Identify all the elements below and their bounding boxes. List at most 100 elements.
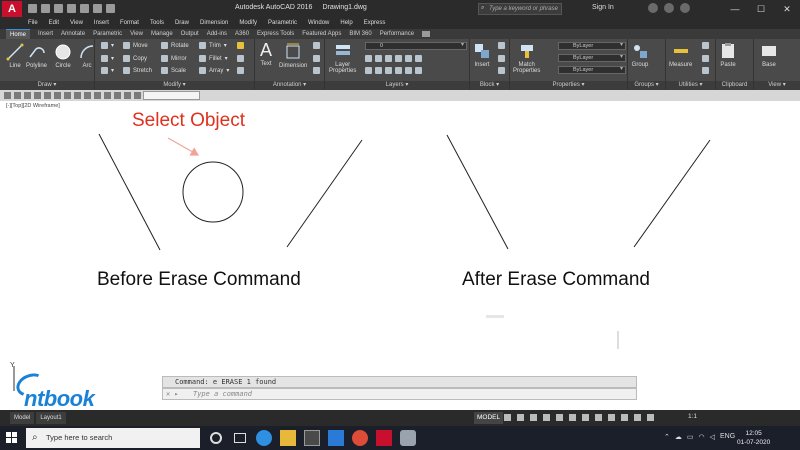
edge-browser-icon[interactable] [256, 430, 272, 446]
toolbar-icon[interactable] [114, 92, 121, 99]
block-tool[interactable] [498, 67, 505, 74]
after-right-line[interactable] [633, 139, 711, 248]
menu-tools[interactable]: Tools [150, 18, 164, 29]
store-icon[interactable] [304, 430, 320, 446]
tab-featured-apps[interactable]: Featured Apps [302, 29, 341, 39]
taskbar-search-input[interactable]: Type here to search [26, 428, 200, 448]
tab-performance[interactable]: Performance [380, 29, 414, 39]
linetype-dropdown[interactable]: ByLayer [558, 54, 626, 62]
save-icon[interactable] [54, 4, 63, 13]
toolbar-field[interactable] [143, 91, 200, 100]
stretch-button[interactable]: Stretch [123, 67, 152, 74]
new-icon[interactable] [28, 4, 37, 13]
paste-tool[interactable]: Paste [719, 42, 737, 68]
layer-dropdown[interactable]: 0 [365, 42, 467, 50]
layer-tool-icon[interactable] [405, 55, 412, 62]
autocad-taskbar-icon[interactable] [376, 430, 392, 446]
windows-start-icon[interactable] [6, 432, 18, 444]
erase-button[interactable] [237, 42, 244, 49]
menu-draw[interactable]: Draw [175, 18, 189, 29]
toolbar-icon[interactable] [74, 92, 81, 99]
dimension-tool[interactable]: Dimension [279, 43, 307, 69]
arc-tool[interactable]: Arc [78, 43, 96, 69]
polar-icon[interactable] [543, 414, 550, 421]
annotation-tool[interactable] [313, 55, 320, 62]
annotation-scale[interactable]: 1:1 [688, 413, 697, 420]
annotation-icon[interactable] [621, 414, 628, 421]
tab-express-tools[interactable]: Express Tools [257, 29, 294, 39]
annotation-tool[interactable] [313, 42, 320, 49]
line-tool[interactable]: Line [6, 43, 24, 69]
grid-icon[interactable] [504, 414, 511, 421]
snap-icon[interactable] [517, 414, 524, 421]
annotation-tool[interactable] [313, 67, 320, 74]
text-tool[interactable]: A Text [257, 41, 275, 67]
small-tool[interactable]: ▾ [101, 67, 114, 74]
help-icon[interactable] [680, 3, 690, 13]
array-button[interactable]: Array ▾ [199, 67, 229, 74]
transparency-icon[interactable] [595, 414, 602, 421]
volume-icon[interactable]: ◁ [710, 433, 715, 441]
tab-layout1[interactable]: Layout1 [36, 412, 66, 424]
layer-tool-icon[interactable] [395, 55, 402, 62]
layer-tool-icon[interactable] [405, 67, 412, 74]
layer-tool-icon[interactable] [365, 67, 372, 74]
exchange-icon[interactable] [648, 3, 658, 13]
toolbar-icon[interactable] [84, 92, 91, 99]
a360-icon[interactable] [664, 3, 674, 13]
layer-tool-icon[interactable] [365, 55, 372, 62]
tab-manage[interactable]: Manage [151, 29, 173, 39]
drawing-canvas[interactable]: [-][Top][2D Wireframe] Y Select Object B… [0, 101, 800, 399]
mail-icon[interactable] [328, 430, 344, 446]
battery-icon[interactable]: ▭ [687, 433, 694, 441]
utilities-panel-label[interactable]: Utilities ▾ [666, 81, 715, 90]
before-right-line[interactable] [286, 139, 363, 248]
menu-edit[interactable]: Edit [49, 18, 59, 29]
properties-panel-label[interactable]: Properties ▾ [510, 81, 627, 90]
open-icon[interactable] [41, 4, 50, 13]
fillet-button[interactable]: Fillet ▾ [199, 55, 228, 62]
selection-cycling-icon[interactable] [608, 414, 615, 421]
menu-file[interactable]: File [28, 18, 38, 29]
tab-add-ins[interactable]: Add-ins [207, 29, 227, 39]
cortana-icon[interactable] [210, 432, 222, 444]
toolbar-icon[interactable] [44, 92, 51, 99]
small-tool[interactable]: ▾ [101, 42, 114, 49]
close-icon[interactable]: ✕ [774, 0, 800, 18]
app-icon[interactable] [400, 430, 416, 446]
toolbar-icon[interactable] [94, 92, 101, 99]
layers-panel-label[interactable]: Layers ▾ [325, 81, 469, 90]
mirror-button[interactable]: Mirror [161, 55, 187, 62]
layer-properties-tool[interactable]: Layer Properties [329, 42, 356, 74]
modify-panel-label[interactable]: Modify ▾ [95, 81, 254, 90]
tab-home[interactable]: Home [6, 29, 31, 39]
osnap-icon[interactable] [556, 414, 563, 421]
layer-tool-icon[interactable] [415, 55, 422, 62]
otrack-icon[interactable] [569, 414, 576, 421]
small-tool[interactable]: ▾ [101, 55, 114, 62]
polyline-tool[interactable]: Polyline [26, 43, 47, 69]
tab-annotate[interactable]: Annotate [61, 29, 85, 39]
tab-model[interactable]: Model [10, 412, 35, 424]
selected-circle[interactable] [182, 161, 244, 223]
layer-tool-icon[interactable] [375, 67, 382, 74]
menu-insert[interactable]: Insert [94, 18, 109, 29]
tab-view[interactable]: View [130, 29, 143, 39]
color-dropdown[interactable]: ByLayer [558, 42, 626, 50]
workspace-icon[interactable] [634, 414, 641, 421]
cloud-icon[interactable]: ☁ [675, 433, 682, 441]
chevron-up-icon[interactable]: ⌃ [664, 433, 670, 441]
base-view-tool[interactable]: Base [760, 42, 778, 68]
utility-tool[interactable] [702, 42, 709, 49]
help-search-input[interactable]: Type a keyword or phrase [478, 3, 562, 15]
annotation-panel-label[interactable]: Annotation ▾ [255, 81, 324, 90]
block-panel-label[interactable]: Block ▾ [470, 81, 509, 90]
task-view-icon[interactable] [234, 433, 246, 443]
menu-parametric[interactable]: Parametric [268, 18, 297, 29]
maximize-icon[interactable]: ☐ [748, 0, 774, 18]
file-explorer-icon[interactable] [280, 430, 296, 446]
redo-icon[interactable] [106, 4, 115, 13]
toolbar-icon[interactable] [134, 92, 141, 99]
layer-tool-icon[interactable] [385, 67, 392, 74]
move-button[interactable]: Move [123, 42, 148, 49]
